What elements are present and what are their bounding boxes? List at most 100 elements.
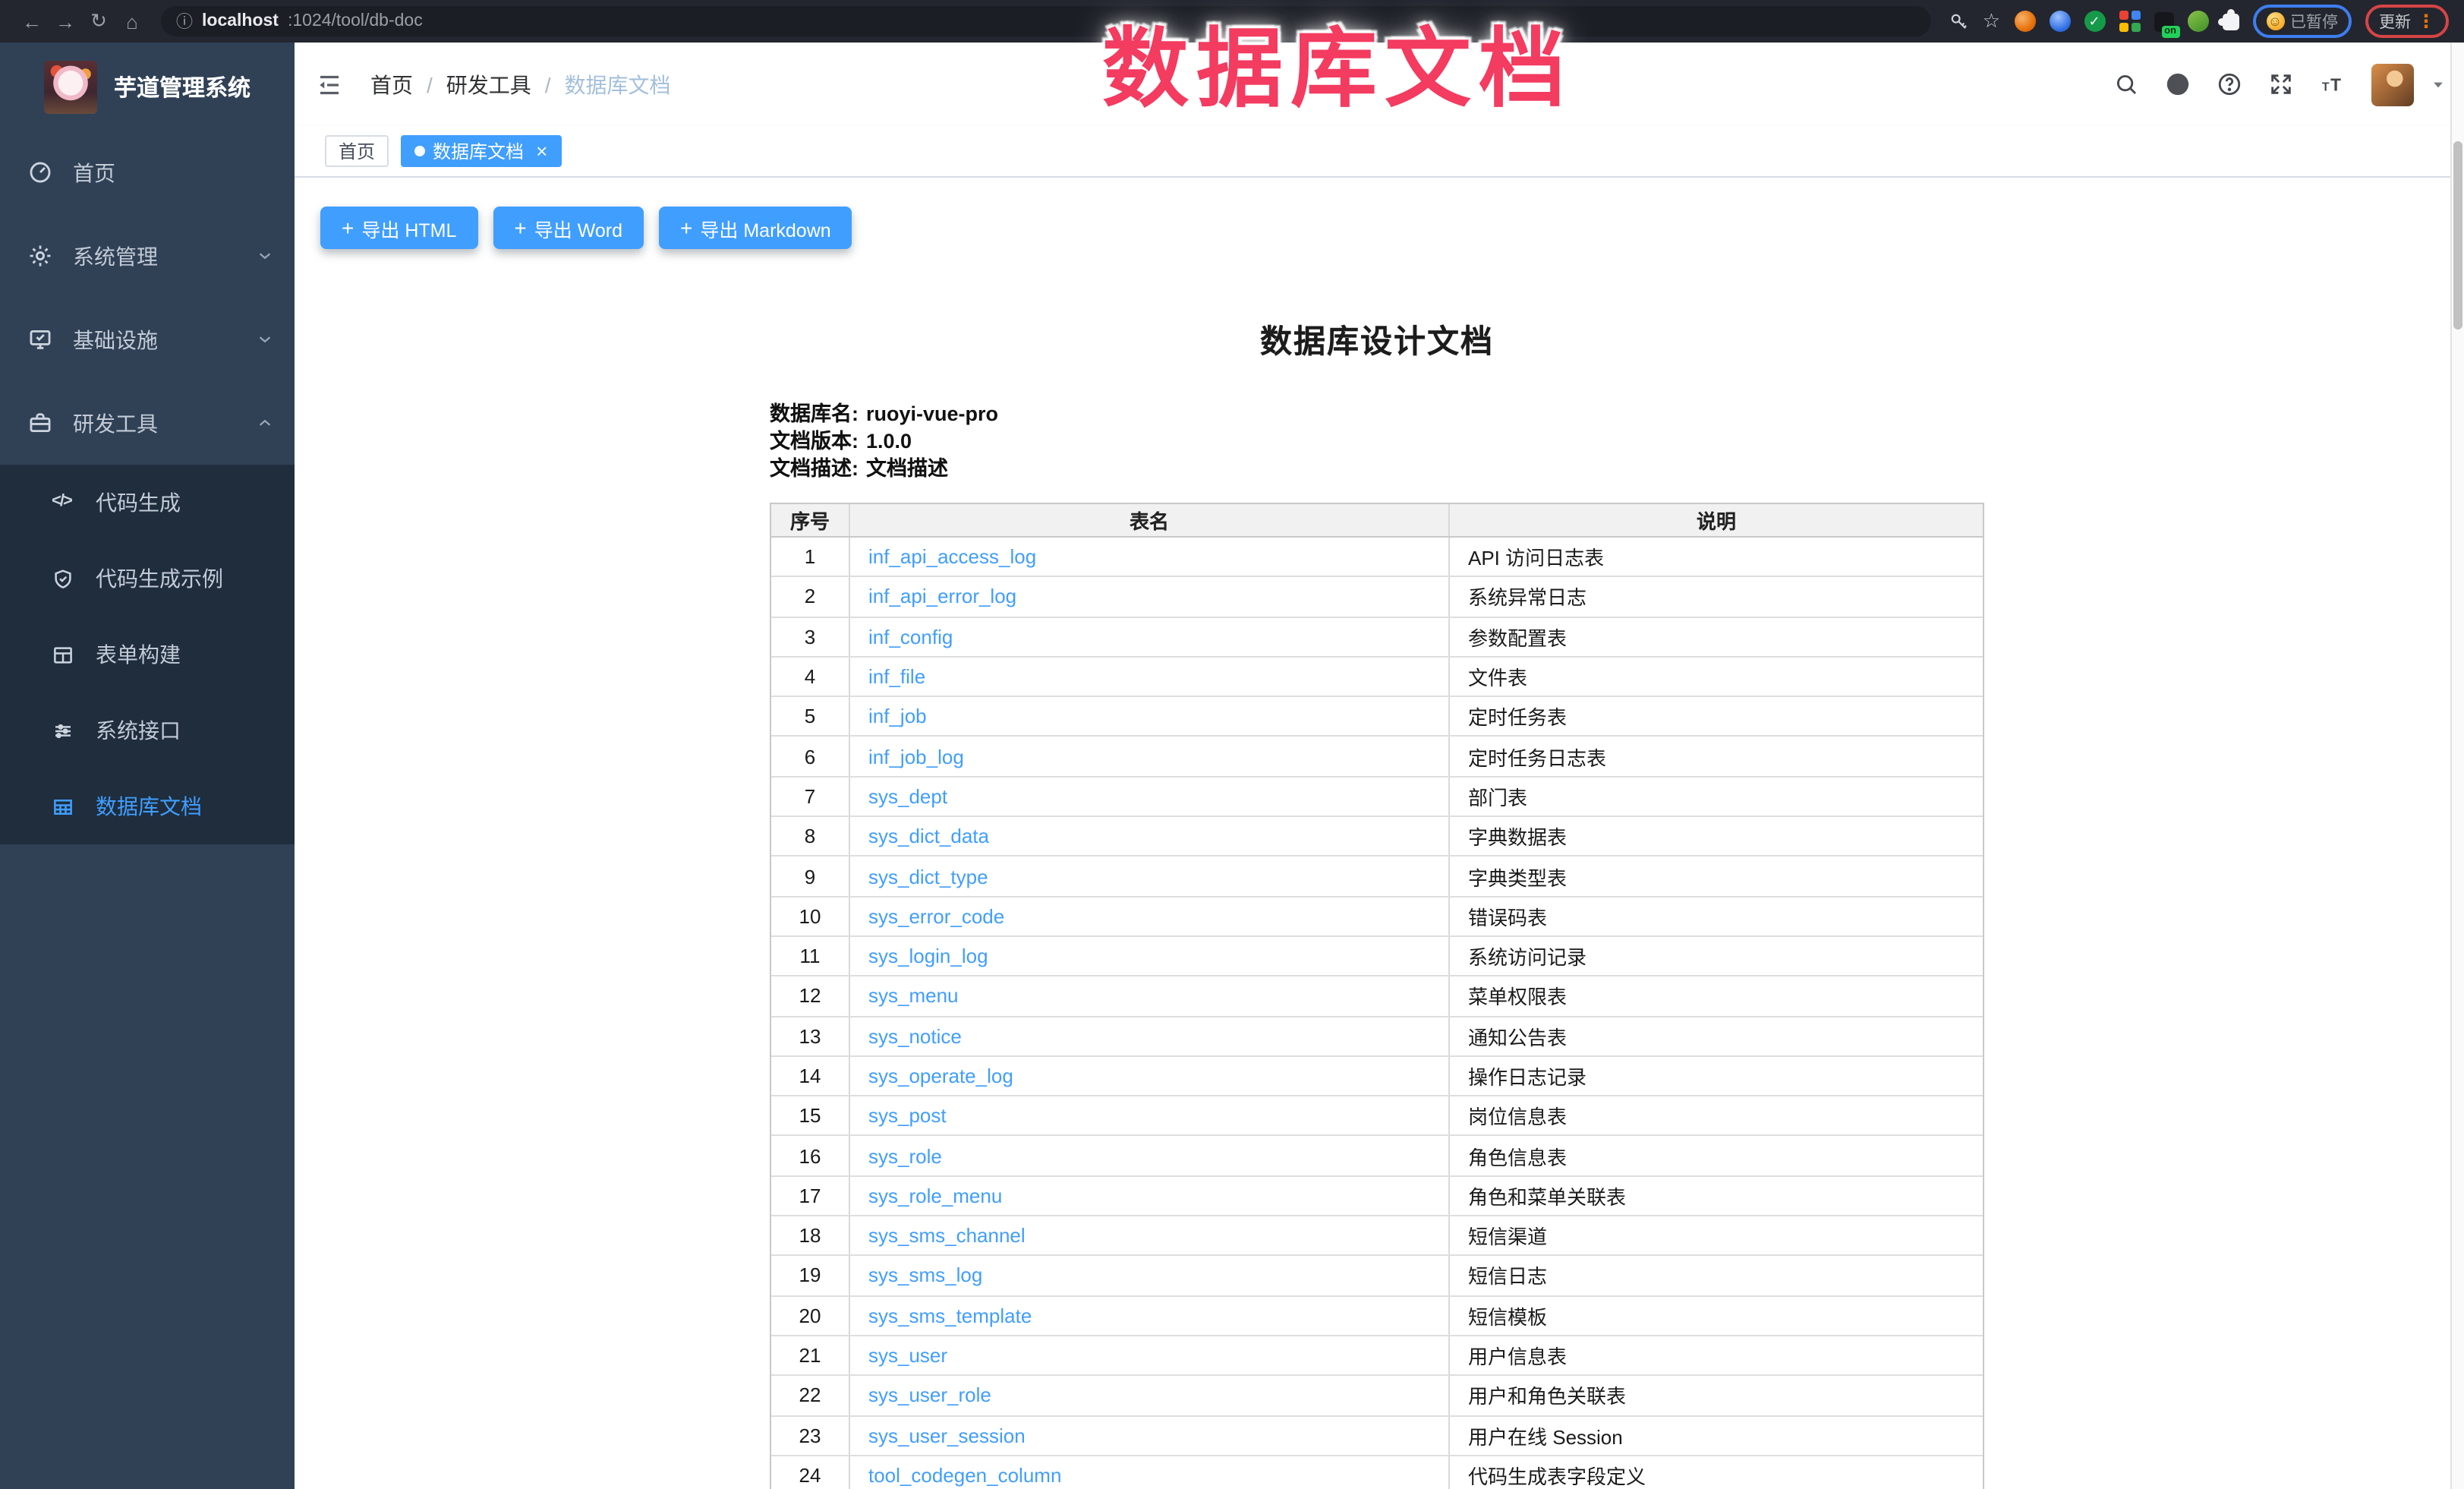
table-name-link[interactable]: sys_error_code xyxy=(868,905,1004,928)
row-description: 系统访问记录 xyxy=(1448,937,1983,976)
table-name-link[interactable]: sys_dict_data xyxy=(868,825,989,847)
table-name-link[interactable]: sys_user_role xyxy=(868,1384,991,1407)
sidebar-item-infra[interactable]: 基础设施 xyxy=(0,298,295,381)
bookmark-star-icon[interactable]: ☆ xyxy=(1983,9,2000,33)
browser-back-icon[interactable]: ← xyxy=(15,10,49,33)
browser-forward-icon[interactable]: → xyxy=(49,10,82,33)
fullscreen-icon[interactable] xyxy=(2268,71,2294,97)
tag-close-icon[interactable]: × xyxy=(536,141,547,161)
table-name-link[interactable]: sys_role_menu xyxy=(868,1185,1002,1207)
extension-icon-pin[interactable] xyxy=(2049,11,2070,32)
table-row: 19 sys_sms_log 短信日志 xyxy=(771,1257,1983,1297)
sidebar-item-codegen[interactable]: </> 代码生成 xyxy=(0,465,295,541)
export-html-button[interactable]: + 导出 HTML xyxy=(320,207,477,249)
sidebar-item-label: 基础设施 xyxy=(73,324,158,355)
sidebar-item-home[interactable]: 首页 xyxy=(0,131,295,214)
scrollbar-track[interactable] xyxy=(2450,43,2464,1489)
table-name-link[interactable]: sys_role xyxy=(868,1144,942,1167)
tag-label: 首页 xyxy=(339,138,375,164)
row-description: 短信日志 xyxy=(1448,1257,1983,1295)
github-icon[interactable] xyxy=(2165,71,2191,97)
browser-home-icon[interactable]: ⌂ xyxy=(115,10,149,33)
column-header-desc: 说明 xyxy=(1448,504,1983,536)
key-icon[interactable] xyxy=(1949,11,1969,31)
table-name-link[interactable]: inf_job_log xyxy=(868,745,964,768)
browser-reload-icon[interactable]: ↻ xyxy=(82,9,115,33)
table-name-link[interactable]: sys_post xyxy=(868,1105,947,1128)
app-logo[interactable]: 芋道管理系统 xyxy=(0,43,295,131)
row-seq: 18 xyxy=(771,1216,849,1255)
help-icon[interactable] xyxy=(2217,71,2242,97)
extension-icon-shield-check[interactable]: ✓ xyxy=(2084,11,2105,32)
address-bar[interactable]: ⓘ localhost:1024/tool/db-doc xyxy=(161,6,1931,36)
sidebar-item-system[interactable]: 系统管理 xyxy=(0,214,295,298)
dashboard-icon xyxy=(27,159,53,185)
table-name-link[interactable]: sys_user xyxy=(868,1344,947,1367)
table-name-link[interactable]: sys_sms_log xyxy=(868,1264,982,1287)
table-name-link[interactable]: sys_menu xyxy=(868,985,959,1008)
button-label: 导出 Markdown xyxy=(700,213,830,242)
table-name-link[interactable]: inf_config xyxy=(868,625,953,648)
sidebar-item-db-doc[interactable]: 数据库文档 xyxy=(0,768,295,844)
table-name-link[interactable]: tool_codegen_column xyxy=(868,1464,1061,1487)
export-word-button[interactable]: + 导出 Word xyxy=(493,207,644,249)
row-description: 定时任务表 xyxy=(1448,697,1983,736)
row-seq: 11 xyxy=(771,937,849,976)
plus-icon: + xyxy=(680,216,692,240)
tag-home[interactable]: 首页 xyxy=(325,135,389,167)
table-name-link[interactable]: sys_dict_type xyxy=(868,865,988,888)
user-avatar[interactable] xyxy=(2371,63,2414,106)
browser-update-button[interactable]: 更新 ⋮ xyxy=(2365,5,2449,38)
table-name-link[interactable]: sys_dept xyxy=(868,785,947,808)
table-name-link[interactable]: sys_operate_log xyxy=(868,1065,1013,1087)
sidebar-item-label: 代码生成示例 xyxy=(96,563,223,594)
sidebar-item-label: 系统管理 xyxy=(73,241,158,271)
table-name-link[interactable]: inf_api_error_log xyxy=(868,585,1016,608)
code-icon: </> xyxy=(52,491,74,514)
tag-db-doc[interactable]: 数据库文档 × xyxy=(401,135,561,167)
browser-actions: ☆ ✓ on ☺ 已暂停 更新 ⋮ xyxy=(1949,5,2449,38)
table-name-link[interactable]: sys_sms_template xyxy=(868,1304,1032,1327)
sidebar-item-api[interactable]: 系统接口 xyxy=(0,692,295,768)
table-name-link[interactable]: sys_notice xyxy=(868,1024,962,1047)
paused-extension-badge[interactable]: ☺ 已暂停 xyxy=(2252,5,2352,38)
site-info-icon[interactable]: ⓘ xyxy=(176,9,193,33)
info-label: 文档描述: xyxy=(770,457,859,480)
table-name-link[interactable]: inf_file xyxy=(868,665,925,688)
extension-icon-green[interactable] xyxy=(2187,11,2208,32)
table-row: 15 sys_post 岗位信息表 xyxy=(771,1096,1983,1137)
table-name-link[interactable]: sys_login_log xyxy=(868,945,988,967)
sidebar-item-devtools[interactable]: 研发工具 xyxy=(0,381,295,465)
collapse-sidebar-icon[interactable] xyxy=(316,71,343,98)
gear-icon xyxy=(27,243,53,269)
sidebar-item-label: 数据库文档 xyxy=(96,791,202,822)
column-header-name: 表名 xyxy=(849,504,1448,536)
row-seq: 14 xyxy=(771,1057,849,1096)
font-size-icon[interactable]: TT xyxy=(2320,71,2346,97)
breadcrumb-devtools[interactable]: 研发工具 xyxy=(446,69,531,99)
sidebar-item-form-builder[interactable]: 表单构建 xyxy=(0,617,295,692)
table-name-link[interactable]: inf_api_access_log xyxy=(868,545,1036,568)
extension-icon-orange[interactable] xyxy=(2014,11,2035,32)
button-label: 导出 Word xyxy=(534,213,622,242)
extension-icon-dark-on[interactable]: on xyxy=(2154,11,2173,31)
export-markdown-button[interactable]: + 导出 Markdown xyxy=(659,207,852,249)
extension-icon-colorful[interactable] xyxy=(2119,11,2140,32)
form-icon xyxy=(52,643,74,666)
table-name-link[interactable]: sys_sms_channel xyxy=(868,1224,1026,1247)
chevron-down-icon xyxy=(257,248,273,264)
table-row: 6 inf_job_log 定时任务日志表 xyxy=(771,737,1983,778)
scrollbar-thumb[interactable] xyxy=(2453,141,2462,330)
table-name-link[interactable]: sys_user_session xyxy=(868,1424,1026,1446)
extensions-puzzle-icon[interactable] xyxy=(2222,13,2239,30)
table-header-row: 序号 表名 说明 xyxy=(771,504,1983,538)
chevron-down-icon[interactable] xyxy=(2431,77,2446,92)
breadcrumb-home[interactable]: 首页 xyxy=(370,69,413,99)
info-label: 数据库名: xyxy=(770,402,859,425)
row-description: 系统异常日志 xyxy=(1448,578,1983,617)
table-name-link[interactable]: inf_job xyxy=(868,705,927,728)
table-row: 17 sys_role_menu 角色和菜单关联表 xyxy=(771,1177,1983,1217)
browser-menu-icon[interactable]: ⋮ xyxy=(2417,12,2435,30)
sidebar-item-codegen-example[interactable]: 代码生成示例 xyxy=(0,541,295,617)
search-icon[interactable] xyxy=(2113,71,2139,97)
